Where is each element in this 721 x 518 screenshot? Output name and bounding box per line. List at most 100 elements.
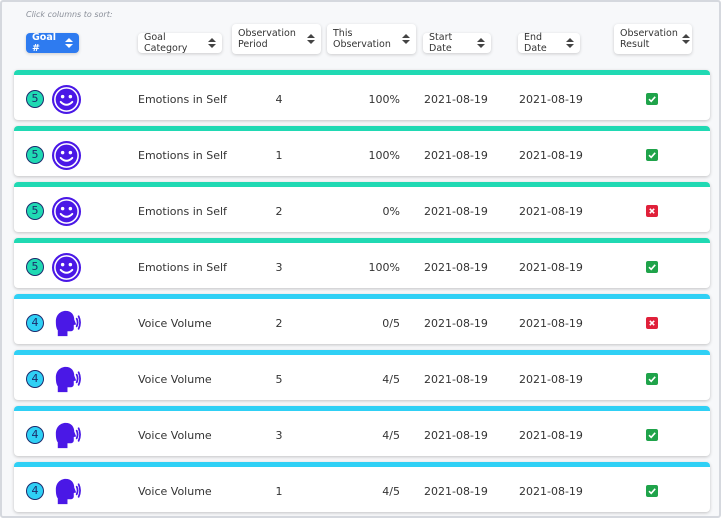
end-date: 2021-08-19 xyxy=(519,485,583,498)
observation-period: 1 xyxy=(275,485,283,498)
result-pass-icon xyxy=(646,429,658,441)
start-date: 2021-08-19 xyxy=(424,373,488,386)
sort-start-date-button[interactable]: Start Date xyxy=(423,32,491,54)
observation-period: 3 xyxy=(275,429,283,442)
observations-panel: Click columns to sort: Goal # Goal Categ… xyxy=(0,0,721,518)
sort-arrows-icon xyxy=(65,38,73,48)
this-observation: 0% xyxy=(382,205,400,218)
end-date: 2021-08-19 xyxy=(519,205,583,218)
result-pass-icon xyxy=(646,149,658,161)
speaking-head-icon xyxy=(51,476,82,507)
start-date: 2021-08-19 xyxy=(424,205,488,218)
result-fail-icon xyxy=(646,317,658,329)
row-color-bar xyxy=(14,238,710,243)
sort-button-label: Start Date xyxy=(429,32,453,54)
sort-end-date-button[interactable]: End Date xyxy=(518,32,580,54)
start-date: 2021-08-19 xyxy=(424,261,488,274)
this-observation: 4/5 xyxy=(382,485,400,498)
table-row[interactable]: 5 Emotions in Self 2 0% 2021-08-19 2021-… xyxy=(14,182,710,232)
goal-category: Voice Volume xyxy=(138,485,212,498)
goal-category: Voice Volume xyxy=(138,429,212,442)
start-date: 2021-08-19 xyxy=(424,93,488,106)
table-row[interactable]: 4 Voice Volume 5 4/5 2021-08-19 2021-08-… xyxy=(14,350,710,400)
end-date: 2021-08-19 xyxy=(519,93,583,106)
goal-category: Emotions in Self xyxy=(138,205,227,218)
observation-period: 4 xyxy=(275,93,283,106)
table-row[interactable]: 5 Emotions in Self 3 100% 2021-08-19 202… xyxy=(14,238,710,288)
result-pass-icon xyxy=(646,93,658,105)
sort-hint: Click columns to sort: xyxy=(26,10,113,19)
goal-number-badge: 4 xyxy=(26,370,44,388)
sort-button-label: Observation Result xyxy=(620,28,678,50)
result-fail-icon xyxy=(646,205,658,217)
goal-category: Emotions in Self xyxy=(138,149,227,162)
table-row[interactable]: 4 Voice Volume 1 4/5 2021-08-19 2021-08-… xyxy=(14,462,710,512)
observation-period: 5 xyxy=(275,373,283,386)
observation-period: 1 xyxy=(275,149,283,162)
goal-number-badge: 4 xyxy=(26,426,44,444)
this-observation: 100% xyxy=(368,261,400,274)
sort-observation-result-button[interactable]: Observation Result xyxy=(614,24,692,54)
sort-button-label: Observation Period xyxy=(238,28,296,50)
this-observation: 100% xyxy=(368,149,400,162)
end-date: 2021-08-19 xyxy=(519,317,583,330)
goal-number-badge: 5 xyxy=(26,202,44,220)
sort-arrows-icon xyxy=(402,34,410,44)
observation-period: 2 xyxy=(275,205,283,218)
result-pass-icon xyxy=(646,261,658,273)
end-date: 2021-08-19 xyxy=(519,261,583,274)
sort-observation-period-button[interactable]: Observation Period xyxy=(232,24,321,54)
sort-arrows-icon xyxy=(681,34,690,44)
sort-arrows-icon xyxy=(208,38,216,48)
goal-number-badge: 5 xyxy=(26,258,44,276)
goal-number-badge: 4 xyxy=(26,314,44,332)
sort-button-label: Goal # xyxy=(32,32,56,54)
end-date: 2021-08-19 xyxy=(519,373,583,386)
sort-goal-number-button[interactable]: Goal # xyxy=(26,32,79,54)
smiley-icon xyxy=(51,84,82,115)
speaking-head-icon xyxy=(51,308,82,339)
smiley-icon xyxy=(51,196,82,227)
sort-this-observation-button[interactable]: This Observation xyxy=(327,24,416,54)
table-row[interactable]: 4 Voice Volume 2 0/5 2021-08-19 2021-08-… xyxy=(14,294,710,344)
smiley-icon xyxy=(51,252,82,283)
sort-button-label: This Observation xyxy=(333,28,391,50)
this-observation: 4/5 xyxy=(382,429,400,442)
result-pass-icon xyxy=(646,485,658,497)
goal-category: Voice Volume xyxy=(138,373,212,386)
row-color-bar xyxy=(14,70,710,75)
speaking-head-icon xyxy=(51,420,82,451)
observation-period: 2 xyxy=(275,317,283,330)
table-row[interactable]: 5 Emotions in Self 1 100% 2021-08-19 202… xyxy=(14,126,710,176)
sort-arrows-icon xyxy=(477,38,485,48)
table-row[interactable]: 5 Emotions in Self 4 100% 2021-08-19 202… xyxy=(14,70,710,120)
start-date: 2021-08-19 xyxy=(424,429,488,442)
sort-arrows-icon xyxy=(307,34,315,44)
result-pass-icon xyxy=(646,373,658,385)
smiley-icon xyxy=(51,140,82,171)
goal-number-badge: 5 xyxy=(26,146,44,164)
goal-category: Emotions in Self xyxy=(138,93,227,106)
sort-goal-category-button[interactable]: Goal Category xyxy=(138,32,222,54)
row-color-bar xyxy=(14,406,710,411)
goal-category: Emotions in Self xyxy=(138,261,227,274)
start-date: 2021-08-19 xyxy=(424,149,488,162)
row-color-bar xyxy=(14,294,710,299)
table-row[interactable]: 4 Voice Volume 3 4/5 2021-08-19 2021-08-… xyxy=(14,406,710,456)
this-observation: 100% xyxy=(368,93,400,106)
observation-period: 3 xyxy=(275,261,283,274)
goal-number-badge: 4 xyxy=(26,482,44,500)
start-date: 2021-08-19 xyxy=(424,485,488,498)
sort-button-label: End Date xyxy=(524,32,547,54)
end-date: 2021-08-19 xyxy=(519,429,583,442)
this-observation: 0/5 xyxy=(382,317,400,330)
sort-arrows-icon xyxy=(566,38,574,48)
this-observation: 4/5 xyxy=(382,373,400,386)
row-color-bar xyxy=(14,126,710,131)
row-color-bar xyxy=(14,350,710,355)
goal-number-badge: 5 xyxy=(26,90,44,108)
row-color-bar xyxy=(14,462,710,467)
end-date: 2021-08-19 xyxy=(519,149,583,162)
speaking-head-icon xyxy=(51,364,82,395)
start-date: 2021-08-19 xyxy=(424,317,488,330)
